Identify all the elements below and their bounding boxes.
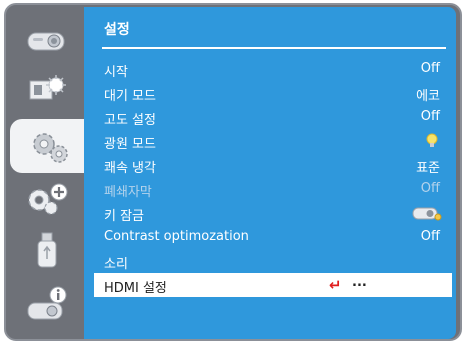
projector-lock-icon (412, 207, 442, 221)
tab-usb-memory[interactable] (18, 229, 76, 273)
menu-item-contrast-optimization[interactable]: Contrast optimozation Off (94, 225, 452, 249)
menu-item-key-lock[interactable]: 키 잠금 (94, 201, 452, 225)
menu-item-value: 에코 (416, 89, 440, 104)
tab-information[interactable] (18, 283, 76, 327)
title-divider (102, 47, 446, 49)
menu-item-value: Off (420, 229, 440, 244)
enter-arrow-icon: ↵ (329, 276, 342, 294)
usb-memory-icon (37, 232, 57, 268)
menu-item-label: HDMI 설정 (104, 281, 167, 296)
menu-item-sound[interactable]: 소리 (94, 249, 452, 273)
menu-item-label: 고도 설정 (104, 113, 156, 128)
menu-item-label: 쾌속 냉각 (104, 161, 156, 176)
menu-item-label: 시작 (104, 65, 128, 80)
settings-panel: 설정 시작 Off 대기 모드 에코 고도 설정 Off 광원 모드 쾌속 냉각… (84, 7, 456, 339)
menu-item-light-mode[interactable]: 광원 모드 (94, 129, 452, 153)
tab-expanded-settings[interactable] (18, 177, 76, 221)
menu-item-standby-mode[interactable]: 대기 모드 에코 (94, 81, 452, 105)
projector-icon (27, 32, 65, 51)
tab-display[interactable] (18, 67, 76, 111)
menu-item-value: Off (420, 61, 440, 76)
tab-settings[interactable] (10, 119, 88, 173)
menu-item-value: Off (420, 109, 440, 124)
menu-item-label: 소리 (104, 257, 128, 272)
category-sidebar (10, 7, 88, 339)
menu-item-start[interactable]: 시작 Off (94, 57, 452, 81)
menu-item-closed-caption: 폐쇄자막 Off (94, 177, 452, 201)
expanded-settings-icon (28, 183, 68, 215)
tab-projector[interactable] (18, 15, 76, 59)
menu-item-label: 폐쇄자막 (104, 185, 152, 200)
menu-item-hdmi-settings[interactable]: HDMI 설정 ↵ ... (94, 273, 452, 297)
menu-item-label: 광원 모드 (104, 137, 156, 152)
menu-item-label: Contrast optimozation (104, 229, 249, 244)
menu-item-value: Off (420, 181, 440, 196)
menu-window: 설정 시작 Off 대기 모드 에코 고도 설정 Off 광원 모드 쾌속 냉각… (4, 3, 462, 341)
menu-item-label: 대기 모드 (104, 89, 156, 104)
menu-item-value: ... (352, 275, 367, 290)
settings-gear-icon (33, 133, 68, 163)
menu-item-value: 표준 (416, 161, 440, 176)
menu-item-fast-cooling[interactable]: 쾌속 냉각 표준 (94, 153, 452, 177)
info-icon (27, 286, 67, 320)
menu-item-altitude[interactable]: 고도 설정 Off (94, 105, 452, 129)
menu-title: 설정 (104, 22, 130, 38)
lightbulb-icon (426, 133, 438, 147)
menu-item-label: 키 잠금 (104, 209, 145, 224)
display-adjust-icon (29, 75, 66, 100)
